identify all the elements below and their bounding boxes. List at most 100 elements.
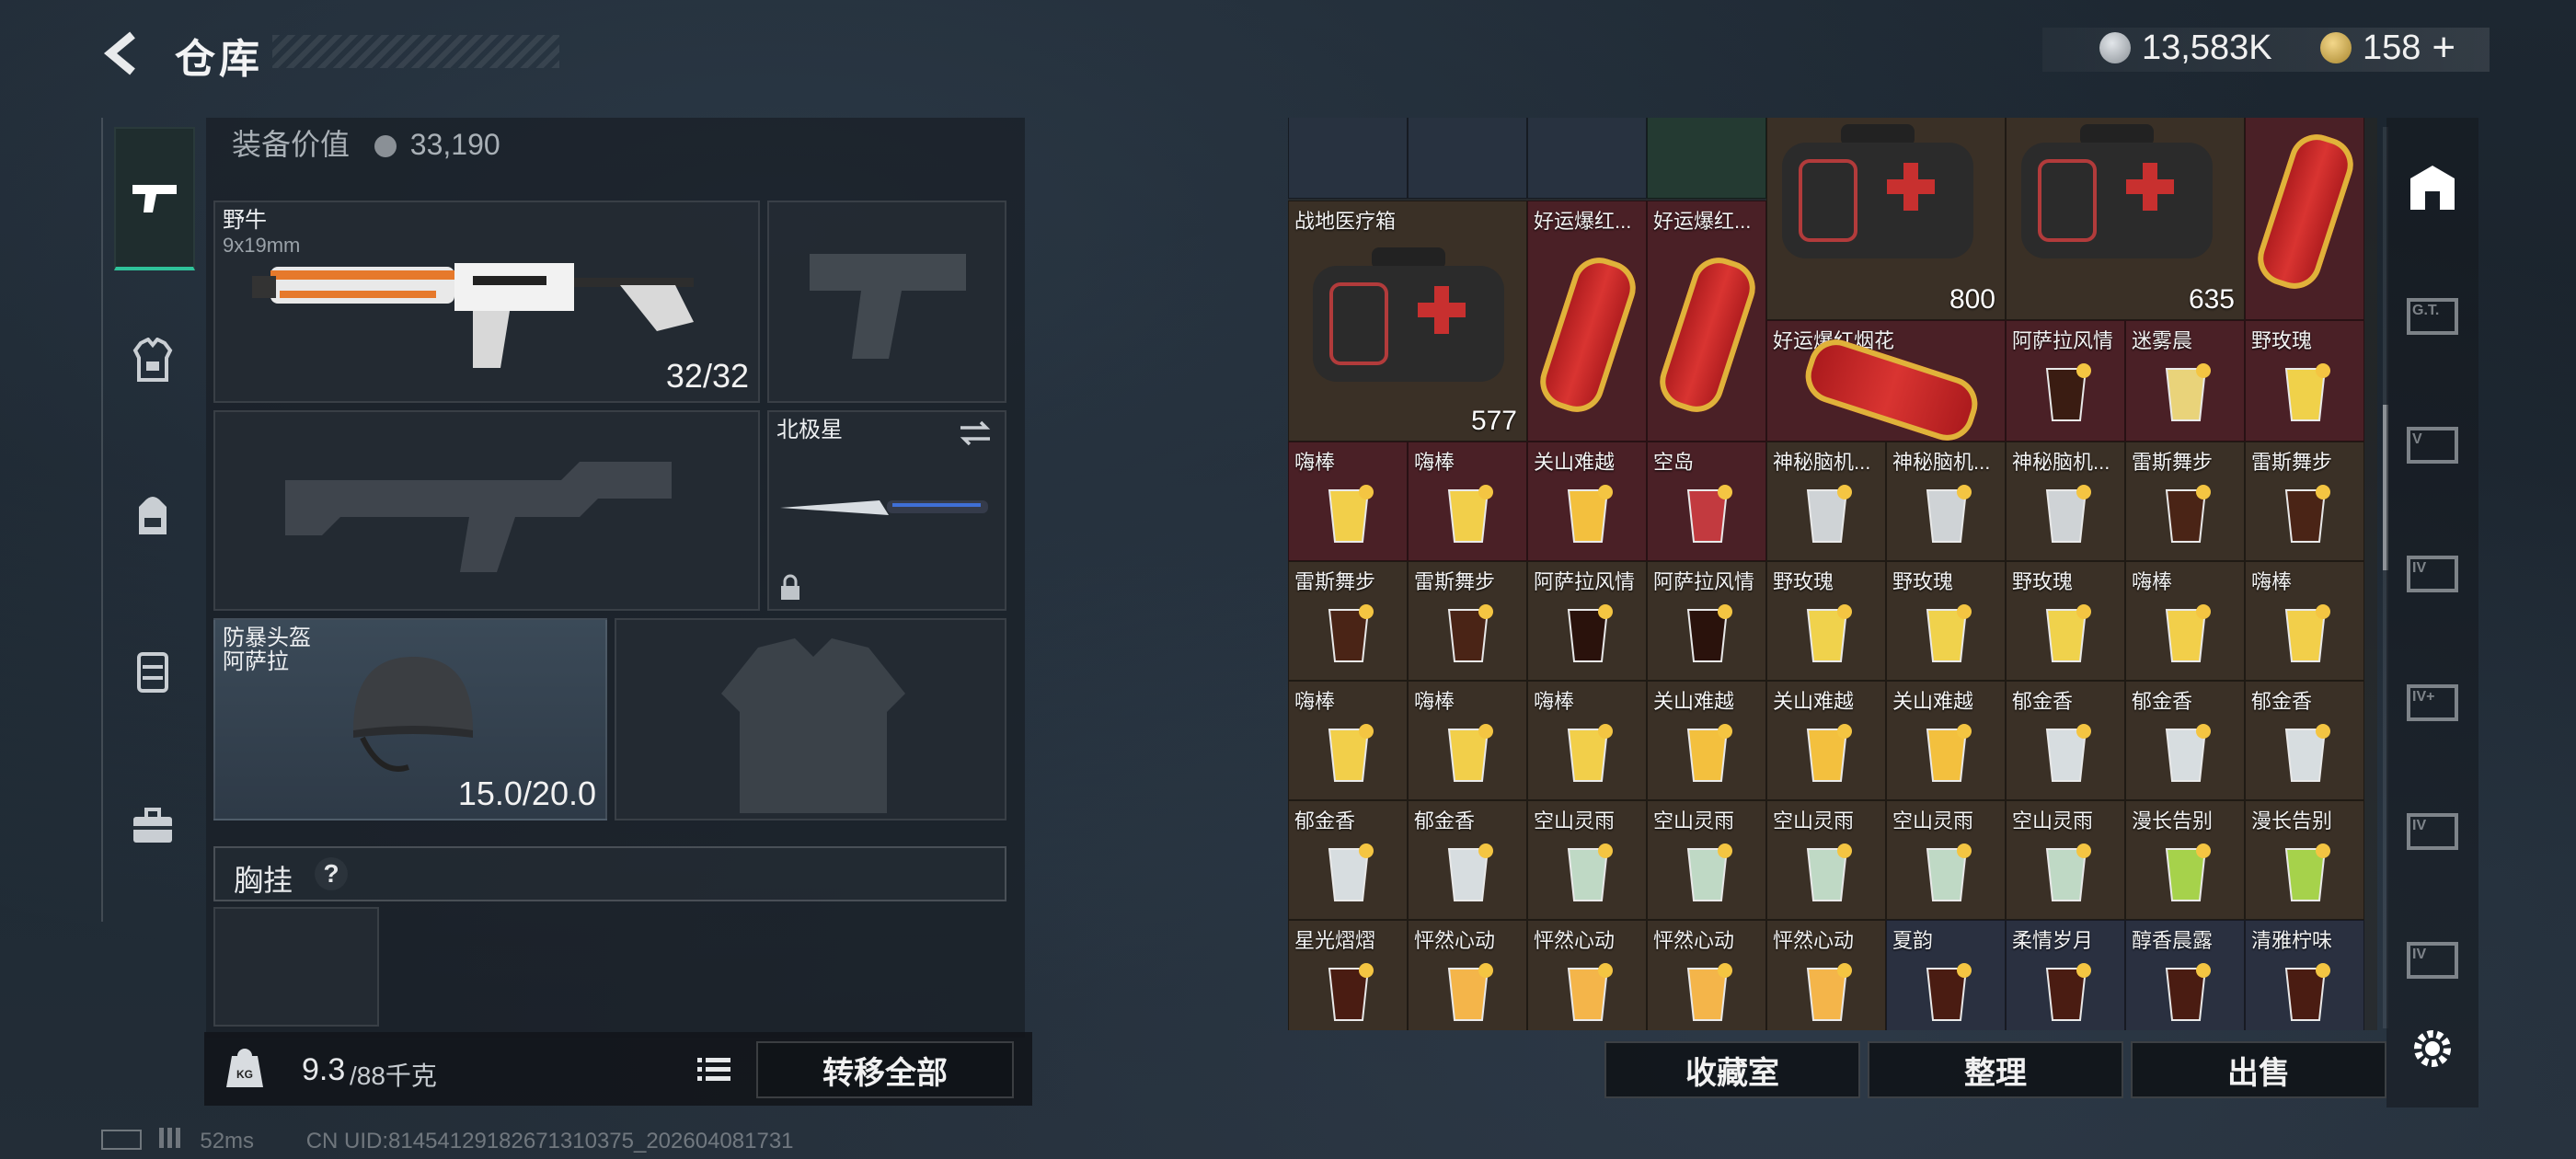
- drink-item[interactable]: 空山灵雨: [2006, 800, 2125, 920]
- drink-item[interactable]: 阿萨拉风情: [1647, 561, 1766, 681]
- drink-item[interactable]: 野玫瑰: [1886, 561, 2006, 681]
- melee-name: 北极星: [776, 418, 843, 442]
- drink-item[interactable]: 野玫瑰: [2006, 561, 2125, 681]
- drink-item[interactable]: 空山灵雨: [1527, 800, 1647, 920]
- iv-2-icon[interactable]: IV: [2403, 802, 2462, 861]
- medkit-item[interactable]: 800: [1766, 118, 2006, 320]
- drink-item[interactable]: 星光熠熠: [1288, 920, 1408, 1030]
- item-name: 神秘脑机...: [2012, 451, 2110, 474]
- armor-slot[interactable]: [615, 618, 1006, 820]
- list-icon[interactable]: [697, 1056, 730, 1084]
- sell-button[interactable]: 出售: [2131, 1041, 2386, 1098]
- drink-item[interactable]: 郁金香: [2006, 681, 2125, 800]
- drink-item[interactable]: 神秘脑机...: [2006, 442, 2125, 561]
- collection-room-button[interactable]: 收藏室: [1604, 1041, 1860, 1098]
- drink-item[interactable]: 雷斯舞步: [2245, 442, 2364, 561]
- nav-backpack[interactable]: [114, 476, 191, 554]
- iv-3-icon[interactable]: IV: [2403, 931, 2462, 990]
- equipment-item[interactable]: [1527, 118, 1647, 199]
- chest-rig-slot[interactable]: [213, 907, 379, 1027]
- v-icon[interactable]: V: [2403, 416, 2462, 475]
- firecracker-item[interactable]: 好运爆红...: [1527, 201, 1647, 442]
- drink-item[interactable]: 清雅柠味: [2245, 920, 2364, 1030]
- iv-icon[interactable]: IV: [2403, 545, 2462, 603]
- medkit-item[interactable]: 635: [2006, 118, 2245, 320]
- drink-item[interactable]: 空岛: [1647, 442, 1766, 561]
- drink-item[interactable]: 关山难越: [1766, 681, 1886, 800]
- drink-item[interactable]: 野玫瑰: [2245, 320, 2364, 442]
- drink-item[interactable]: 嗨棒: [1408, 681, 1527, 800]
- firecracker-item[interactable]: 好运爆红...: [1647, 201, 1766, 442]
- currency-tickets[interactable]: 158 +: [2320, 24, 2455, 72]
- drink-item[interactable]: 神秘脑机...: [1886, 442, 2006, 561]
- helmet-slot[interactable]: 防暴头盔 阿萨拉 15.0/20.0: [213, 618, 607, 820]
- drink-item[interactable]: 漫长告别: [2125, 800, 2245, 920]
- item-name: 郁金香: [2251, 690, 2313, 713]
- drink-item[interactable]: 怦然心动: [1527, 920, 1647, 1030]
- drink-item[interactable]: 怦然心动: [1766, 920, 1886, 1030]
- drink-item[interactable]: 雷斯舞步: [2125, 442, 2245, 561]
- drink-item[interactable]: 郁金香: [1288, 800, 1408, 920]
- help-icon[interactable]: ?: [315, 857, 348, 890]
- drink-item[interactable]: 关山难越: [1886, 681, 2006, 800]
- drink-item[interactable]: 夏韵: [1886, 920, 2006, 1030]
- item-name: 空山灵雨: [1534, 809, 1616, 832]
- melee-slot[interactable]: 北极星: [767, 410, 1006, 611]
- drink-item[interactable]: 野玫瑰: [1766, 561, 1886, 681]
- home-icon[interactable]: [2403, 158, 2462, 217]
- back-button[interactable]: [99, 28, 151, 79]
- drink-item[interactable]: 郁金香: [2125, 681, 2245, 800]
- settings-icon[interactable]: [2403, 1019, 2462, 1078]
- sort-button[interactable]: 整理: [1868, 1041, 2123, 1098]
- back-arrow-icon: [103, 31, 135, 75]
- item-name: 郁金香: [1414, 809, 1476, 832]
- equipment-item[interactable]: [1408, 118, 1527, 199]
- drink-item[interactable]: 雷斯舞步: [1288, 561, 1408, 681]
- item-name: 空山灵雨: [1653, 809, 1735, 832]
- nav-weapons[interactable]: [114, 127, 195, 270]
- drink-item[interactable]: 嗨棒: [1288, 442, 1408, 561]
- drink-item[interactable]: 空山灵雨: [1886, 800, 2006, 920]
- transfer-all-button[interactable]: 转移全部: [756, 1041, 1014, 1098]
- battery-icon: [101, 1130, 142, 1150]
- drink-item[interactable]: 阿萨拉风情: [1527, 561, 1647, 681]
- drink-item[interactable]: 漫长告别: [2245, 800, 2364, 920]
- primary-weapon-slot[interactable]: 野牛 9x19mm 32/32: [213, 201, 760, 403]
- drink-item[interactable]: 嗨棒: [1288, 681, 1408, 800]
- drink-item[interactable]: 柔情岁月: [2006, 920, 2125, 1030]
- equipment-item[interactable]: [1647, 118, 1766, 199]
- firecracker-item[interactable]: 好运爆红烟花: [1766, 320, 2006, 442]
- drink-item[interactable]: 神秘脑机...: [1766, 442, 1886, 561]
- add-currency-icon[interactable]: +: [2432, 25, 2455, 71]
- drink-item[interactable]: 郁金香: [1408, 800, 1527, 920]
- swap-icon[interactable]: [957, 419, 994, 447]
- currency-coins[interactable]: 13,583K: [2099, 24, 2272, 72]
- item-name: 嗨棒: [1294, 451, 1336, 474]
- drink-item[interactable]: 嗨棒: [2245, 561, 2364, 681]
- drink-item[interactable]: 迷雾晨: [2125, 320, 2245, 442]
- equipment-item[interactable]: [1288, 118, 1408, 199]
- drink-item[interactable]: 空山灵雨: [1766, 800, 1886, 920]
- drink-item[interactable]: 嗨棒: [1408, 442, 1527, 561]
- firecracker-item[interactable]: [2245, 118, 2364, 320]
- svg-text:V: V: [2412, 431, 2422, 447]
- g-t-icon[interactable]: G.T.: [2403, 287, 2462, 346]
- secondary-rifle-slot[interactable]: [213, 410, 760, 611]
- drink-item[interactable]: 郁金香: [2245, 681, 2364, 800]
- nav-armor[interactable]: [114, 322, 191, 399]
- drink-item[interactable]: 嗨棒: [2125, 561, 2245, 681]
- nav-rig[interactable]: [114, 633, 191, 710]
- medkit-item[interactable]: 战地医疗箱 577: [1288, 201, 1527, 442]
- drink-item[interactable]: 空山灵雨: [1647, 800, 1766, 920]
- drink-item[interactable]: 怦然心动: [1408, 920, 1527, 1030]
- drink-item[interactable]: 怦然心动: [1647, 920, 1766, 1030]
- nav-case[interactable]: [114, 787, 191, 865]
- drink-item[interactable]: 关山难越: [1527, 442, 1647, 561]
- drink-item[interactable]: 嗨棒: [1527, 681, 1647, 800]
- iv-plus-icon[interactable]: IV+: [2403, 673, 2462, 732]
- drink-item[interactable]: 雷斯舞步: [1408, 561, 1527, 681]
- drink-item[interactable]: 关山难越: [1647, 681, 1766, 800]
- drink-item[interactable]: 阿萨拉风情: [2006, 320, 2125, 442]
- secondary-weapon-slot[interactable]: [767, 201, 1006, 403]
- drink-item[interactable]: 醇香晨露: [2125, 920, 2245, 1030]
